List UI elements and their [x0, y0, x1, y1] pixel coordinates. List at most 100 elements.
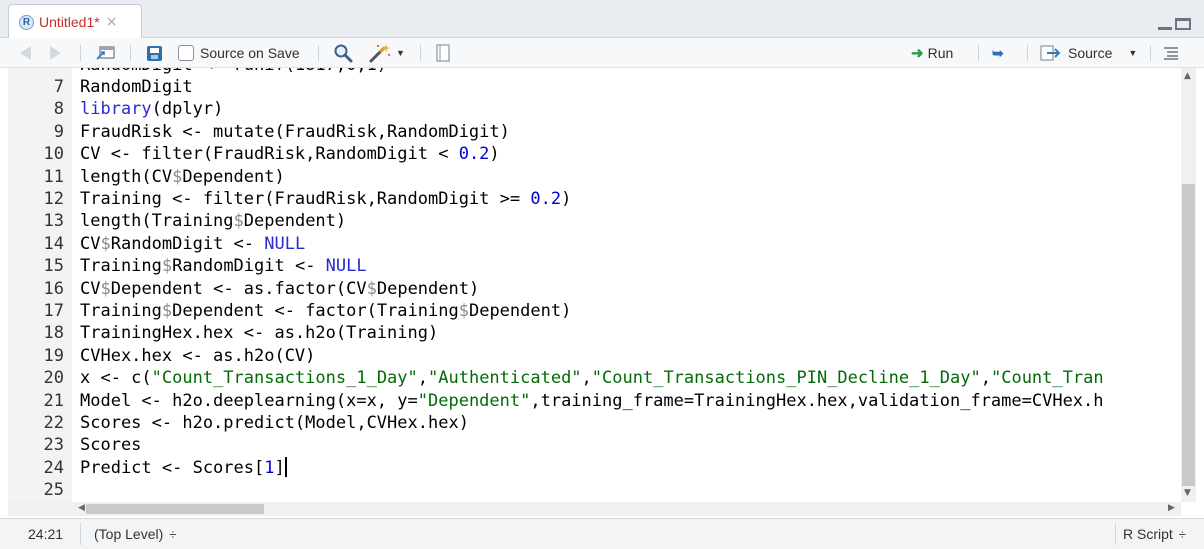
source-label: Source — [1068, 45, 1113, 61]
code-token: NULL — [325, 256, 367, 277]
line-number: 14 — [43, 233, 64, 254]
code-line: 19 CVHex.hex <- as.h2o(CV) — [8, 345, 1181, 367]
code-token: $ — [458, 301, 469, 321]
code-text: CV$Dependent <- as.factor(CV$Dependent) — [80, 278, 479, 300]
code-token: Training — [80, 301, 162, 321]
save-button[interactable] — [147, 38, 162, 68]
code-token: RandomDigit — [80, 77, 193, 97]
source-on-save-toggle[interactable]: Source on Save — [178, 38, 300, 68]
line-number: 13 — [43, 211, 64, 232]
tab-untitled1[interactable]: R Untitled1* × — [8, 4, 142, 39]
line-number: 19 — [43, 345, 64, 366]
code-line: 15 Training$RandomDigit <- NULL — [8, 255, 1181, 277]
back-button[interactable] — [20, 38, 31, 68]
status-divider — [80, 523, 81, 545]
code-token: $ — [161, 256, 173, 277]
code-text: RandomDigit — [80, 76, 193, 98]
code-token: , — [417, 368, 429, 389]
source-on-save-checkbox[interactable] — [178, 45, 194, 61]
code-line: 21 Model <- h2o.deeplearning(x=x, y="Depe… — [8, 390, 1181, 412]
line-number: 10 — [43, 144, 64, 165]
code-token: Scores <- h2o.predict(Model,CVHex.hex) — [80, 413, 469, 433]
scroll-down-icon[interactable]: ▼ — [1184, 488, 1191, 498]
chevron-down-icon[interactable]: ▼ — [1128, 48, 1137, 58]
line-number: 17 — [43, 301, 64, 321]
code-text: Scores <- h2o.predict(Model,CVHex.hex) — [80, 412, 469, 434]
minimize-pane-icon[interactable] — [1158, 18, 1172, 30]
search-icon — [334, 44, 353, 63]
scroll-left-icon[interactable]: ◀ — [78, 503, 85, 513]
code-token: ,training_frame=TrainingHex.hex,validati… — [530, 390, 1104, 411]
vertical-scrollbar[interactable]: ▲ ▼ — [1181, 68, 1196, 502]
code-token: $ — [100, 278, 111, 299]
code-token: $ — [161, 301, 173, 321]
line-number: 9 — [53, 121, 64, 142]
forward-button[interactable] — [50, 38, 61, 68]
compile-report-button[interactable] — [435, 38, 451, 68]
code-line: 10 CV <- filter(FraudRisk,RandomDigit < 0… — [8, 143, 1181, 165]
horizontal-scroll-thumb[interactable] — [86, 504, 264, 514]
vertical-scroll-thumb[interactable] — [1182, 184, 1195, 486]
code-token: 1 — [264, 457, 275, 478]
find-replace-button[interactable] — [333, 38, 353, 68]
source-button[interactable]: Source ▼ — [1040, 38, 1137, 68]
toolbar-divider — [80, 45, 81, 61]
code-line: 18 TrainingHex.hex <- as.h2o(Training) — [8, 322, 1181, 344]
code-token: 0.2 — [458, 144, 490, 165]
code-token: library — [80, 99, 152, 120]
code-token: FraudRisk <- mutate(FraudRisk,RandomDigi… — [80, 121, 510, 142]
horizontal-scrollbar[interactable]: ◀ ▶ — [8, 502, 1181, 516]
code-token: , — [581, 368, 592, 389]
toolbar-divider — [1150, 45, 1151, 61]
maximize-pane-icon[interactable] — [1175, 18, 1191, 30]
code-text: TrainingHex.hex <- as.h2o(Training) — [80, 322, 438, 344]
save-floppy-icon — [147, 45, 162, 61]
scope-selector[interactable]: (Top Level) ÷ — [94, 519, 176, 549]
document-outline-button[interactable] — [1163, 38, 1179, 68]
code-editor[interactable]: RandomDigit <- runif(1817,0,1) 7RandomDi… — [8, 68, 1181, 502]
code-token: Dependent) — [182, 166, 285, 187]
code-token: Predict <- Scores[ — [80, 457, 265, 478]
line-number: 12 — [43, 189, 64, 209]
code-text: library(dplyr) — [80, 98, 223, 120]
close-icon[interactable]: × — [106, 14, 118, 30]
source-on-save-label: Source on Save — [200, 45, 300, 61]
code-token: "Dependent" — [417, 390, 531, 411]
file-type-caret-icon: ÷ — [1178, 526, 1186, 542]
code-token: "Count_Transactions_PIN_Decline_1_Day" — [591, 368, 981, 389]
line-number: 8 — [53, 99, 64, 120]
status-divider — [1115, 523, 1116, 545]
scroll-right-icon[interactable]: ▶ — [1168, 503, 1175, 513]
show-in-new-window-button[interactable] — [96, 38, 116, 68]
code-tools-button[interactable]: ▼ — [368, 38, 405, 68]
code-token: , — [980, 368, 991, 389]
line-number: 22 — [43, 413, 64, 433]
run-button[interactable]: ➜ Run — [911, 38, 953, 68]
back-arrow-icon — [20, 46, 31, 60]
line-number: 23 — [43, 435, 64, 456]
code-line: 14 CV$RandomDigit <- NULL — [8, 233, 1181, 255]
code-token: RandomDigit <- — [110, 233, 265, 254]
code-text: CV$RandomDigit <- NULL — [80, 233, 305, 255]
line-number: 18 — [43, 323, 64, 344]
code-text: Training$Dependent <- factor(Training$De… — [80, 300, 571, 322]
code-token: "Count_Transactions_1_Day" — [151, 368, 418, 389]
code-token: CV — [80, 233, 101, 254]
code-text: CVHex.hex <- as.h2o(CV) — [80, 345, 315, 367]
rerun-button[interactable]: ➥ — [992, 38, 1004, 68]
run-label: Run — [927, 45, 954, 61]
code-text: Training <- filter(FraudRisk,RandomDigit… — [80, 188, 571, 210]
code-line: 25 — [8, 479, 1181, 501]
code-token: CV <- filter(FraudRisk,RandomDigit < — [80, 144, 459, 165]
code-token: Dependent) — [468, 301, 572, 321]
scroll-up-icon[interactable]: ▲ — [1184, 71, 1191, 81]
code-line: 20 x <- c("Count_Transactions_1_Day","Aut… — [8, 367, 1181, 389]
code-line: 9 FraudRisk <- mutate(FraudRisk,RandomDig… — [8, 121, 1181, 143]
line-number: 11 — [43, 166, 64, 187]
file-type-selector[interactable]: R Script ÷ — [1123, 519, 1186, 549]
code-token: Dependent <- as.factor(CV — [110, 278, 367, 299]
popout-window-icon — [96, 46, 115, 60]
code-token: x <- c( — [80, 368, 152, 389]
code-text: CV <- filter(FraudRisk,RandomDigit < 0.2… — [80, 143, 500, 165]
r-file-icon: R — [19, 14, 34, 30]
